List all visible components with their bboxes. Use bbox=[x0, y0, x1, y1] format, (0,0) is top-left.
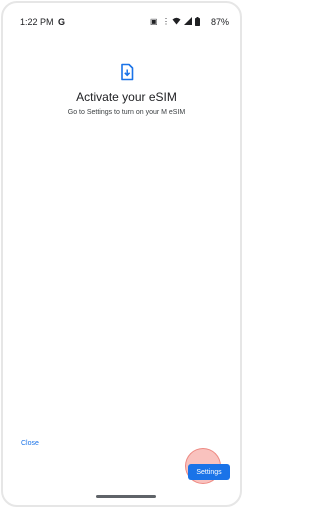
status-time: 1:22 PM bbox=[20, 17, 54, 27]
nfc-icon: ▣ bbox=[150, 17, 158, 26]
sim-download-icon bbox=[121, 63, 134, 81]
status-icons: ▣ ⋮ bbox=[150, 17, 206, 27]
settings-button[interactable]: Settings bbox=[188, 464, 230, 480]
battery-percent: 87% bbox=[211, 17, 230, 27]
phone-frame: 1:22 PM G ▣ ⋮ 87% Activate your eSIM Go … bbox=[1, 1, 242, 507]
battery-icon bbox=[195, 17, 200, 28]
page-title: Activate your eSIM bbox=[76, 90, 177, 104]
status-bar: 1:22 PM G ▣ ⋮ 87% bbox=[17, 14, 237, 30]
wifi-icon bbox=[172, 17, 181, 27]
home-indicator[interactable] bbox=[96, 495, 156, 498]
close-button[interactable]: Close bbox=[21, 440, 39, 447]
page-subtitle: Go to Settings to turn on your M eSIM bbox=[67, 109, 186, 116]
signal-icon bbox=[184, 17, 192, 27]
google-notification-icon: G bbox=[58, 17, 66, 27]
vibrate-icon: ⋮ bbox=[162, 17, 170, 26]
